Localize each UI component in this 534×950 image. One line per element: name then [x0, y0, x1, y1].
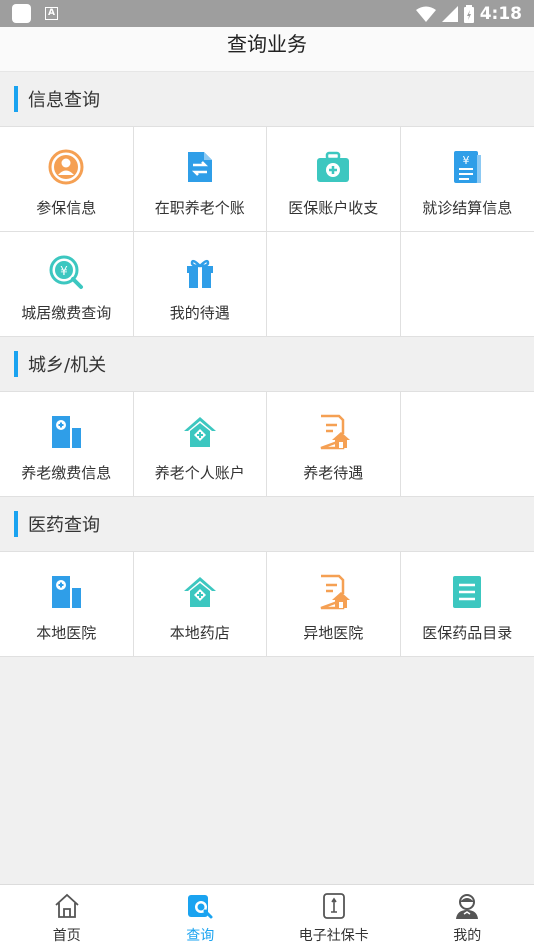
tile-label: 养老缴费信息: [21, 464, 112, 482]
list-document-icon: [449, 574, 485, 610]
tile-medical-account[interactable]: 医保账户收支: [267, 127, 401, 232]
home-icon: [52, 891, 82, 921]
query-icon: [185, 891, 215, 921]
tile-label: 就诊结算信息: [422, 199, 513, 217]
tile-label: 医保药品目录: [422, 624, 513, 642]
section-title: 城乡/机关: [28, 355, 107, 376]
tile-label: 医保账户收支: [288, 199, 379, 217]
house-icon: [182, 574, 218, 610]
tab-home[interactable]: 首页: [0, 885, 134, 950]
a-notification-icon: A: [45, 7, 58, 20]
tab-label: 查询: [186, 928, 215, 944]
tile-pension-payment[interactable]: 养老缴费信息: [0, 392, 134, 497]
medicine-query-grid: 本地医院 本地药店 异地医院 医保药品目录: [0, 551, 534, 657]
empty-tile: [400, 392, 534, 497]
hospital-building-icon: [48, 414, 84, 450]
tile-local-hospital[interactable]: 本地医院: [0, 552, 134, 657]
hospital-building-icon: [48, 574, 84, 610]
tile-my-benefits[interactable]: 我的待遇: [133, 232, 267, 337]
document-house-icon: [315, 574, 351, 610]
section-header-medicine: 医药查询: [0, 497, 534, 551]
gift-icon: [182, 254, 218, 290]
section-title: 信息查询: [28, 90, 100, 111]
tile-label: 养老待遇: [303, 464, 364, 482]
tile-resident-payment[interactable]: ¥ 城居缴费查询: [0, 232, 134, 337]
card-icon: [319, 891, 349, 921]
wifi-icon: [415, 6, 436, 22]
tile-label: 养老个人账户: [154, 464, 245, 482]
tab-mine[interactable]: 我的: [401, 885, 534, 950]
tile-settlement-info[interactable]: ¥ 就诊结算信息: [400, 127, 534, 232]
battery-icon: [463, 4, 474, 23]
tile-label: 参保信息: [36, 199, 97, 217]
tile-label: 本地药店: [169, 624, 230, 642]
medical-kit-icon: [315, 149, 351, 185]
empty-tile: [400, 232, 534, 337]
section-title: 医药查询: [28, 515, 100, 536]
empty-tile: [267, 232, 401, 337]
tile-pension-personal-account[interactable]: 养老个人账户: [133, 392, 267, 497]
svg-text:¥: ¥: [60, 264, 68, 278]
section-header-info: 信息查询: [0, 72, 534, 126]
page-title: 查询业务: [0, 27, 534, 72]
tab-label: 我的: [453, 928, 482, 944]
tile-insurance-info[interactable]: 参保信息: [0, 127, 134, 232]
house-icon: [182, 414, 218, 450]
app-notification-icon: [12, 4, 31, 23]
search-yuan-icon: ¥: [48, 254, 84, 290]
tile-pension-account[interactable]: 在职养老个账: [133, 127, 267, 232]
tile-remote-hospital[interactable]: 异地医院: [267, 552, 401, 657]
tab-label: 电子社保卡: [298, 928, 369, 944]
tab-query[interactable]: 查询: [134, 885, 268, 950]
tile-label: 我的待遇: [169, 304, 230, 322]
transfer-doc-icon: [182, 149, 218, 185]
section-header-urban-rural: 城乡/机关: [0, 337, 534, 391]
document-house-icon: [315, 414, 351, 450]
receipt-icon: ¥: [449, 149, 485, 185]
section-accent-bar: [14, 351, 18, 377]
svg-text:¥: ¥: [463, 154, 470, 167]
info-query-grid: 参保信息 在职养老个账 医保账户收支 ¥ 就诊结算信息 ¥ 城居缴费查询 我的待…: [0, 126, 534, 337]
user-icon: [452, 891, 482, 921]
person-icon: [48, 149, 84, 185]
section-accent-bar: [14, 86, 18, 112]
bottom-tab-bar: 首页 查询 电子社保卡 我的: [0, 884, 534, 950]
tile-local-pharmacy[interactable]: 本地药店: [133, 552, 267, 657]
signal-icon: [441, 5, 458, 22]
tile-label: 本地医院: [36, 624, 97, 642]
section-accent-bar: [14, 511, 18, 537]
tile-label: 城居缴费查询: [21, 304, 112, 322]
tab-label: 首页: [52, 928, 81, 944]
tab-social-card[interactable]: 电子社保卡: [267, 885, 401, 950]
status-bar: A 4:18: [0, 0, 534, 27]
clock: 4:18: [479, 3, 522, 24]
urban-rural-grid: 养老缴费信息 养老个人账户 养老待遇: [0, 391, 534, 497]
tile-pension-benefits[interactable]: 养老待遇: [267, 392, 401, 497]
tile-label: 在职养老个账: [154, 199, 245, 217]
tile-drug-catalog[interactable]: 医保药品目录: [400, 552, 534, 657]
tile-label: 异地医院: [303, 624, 364, 642]
